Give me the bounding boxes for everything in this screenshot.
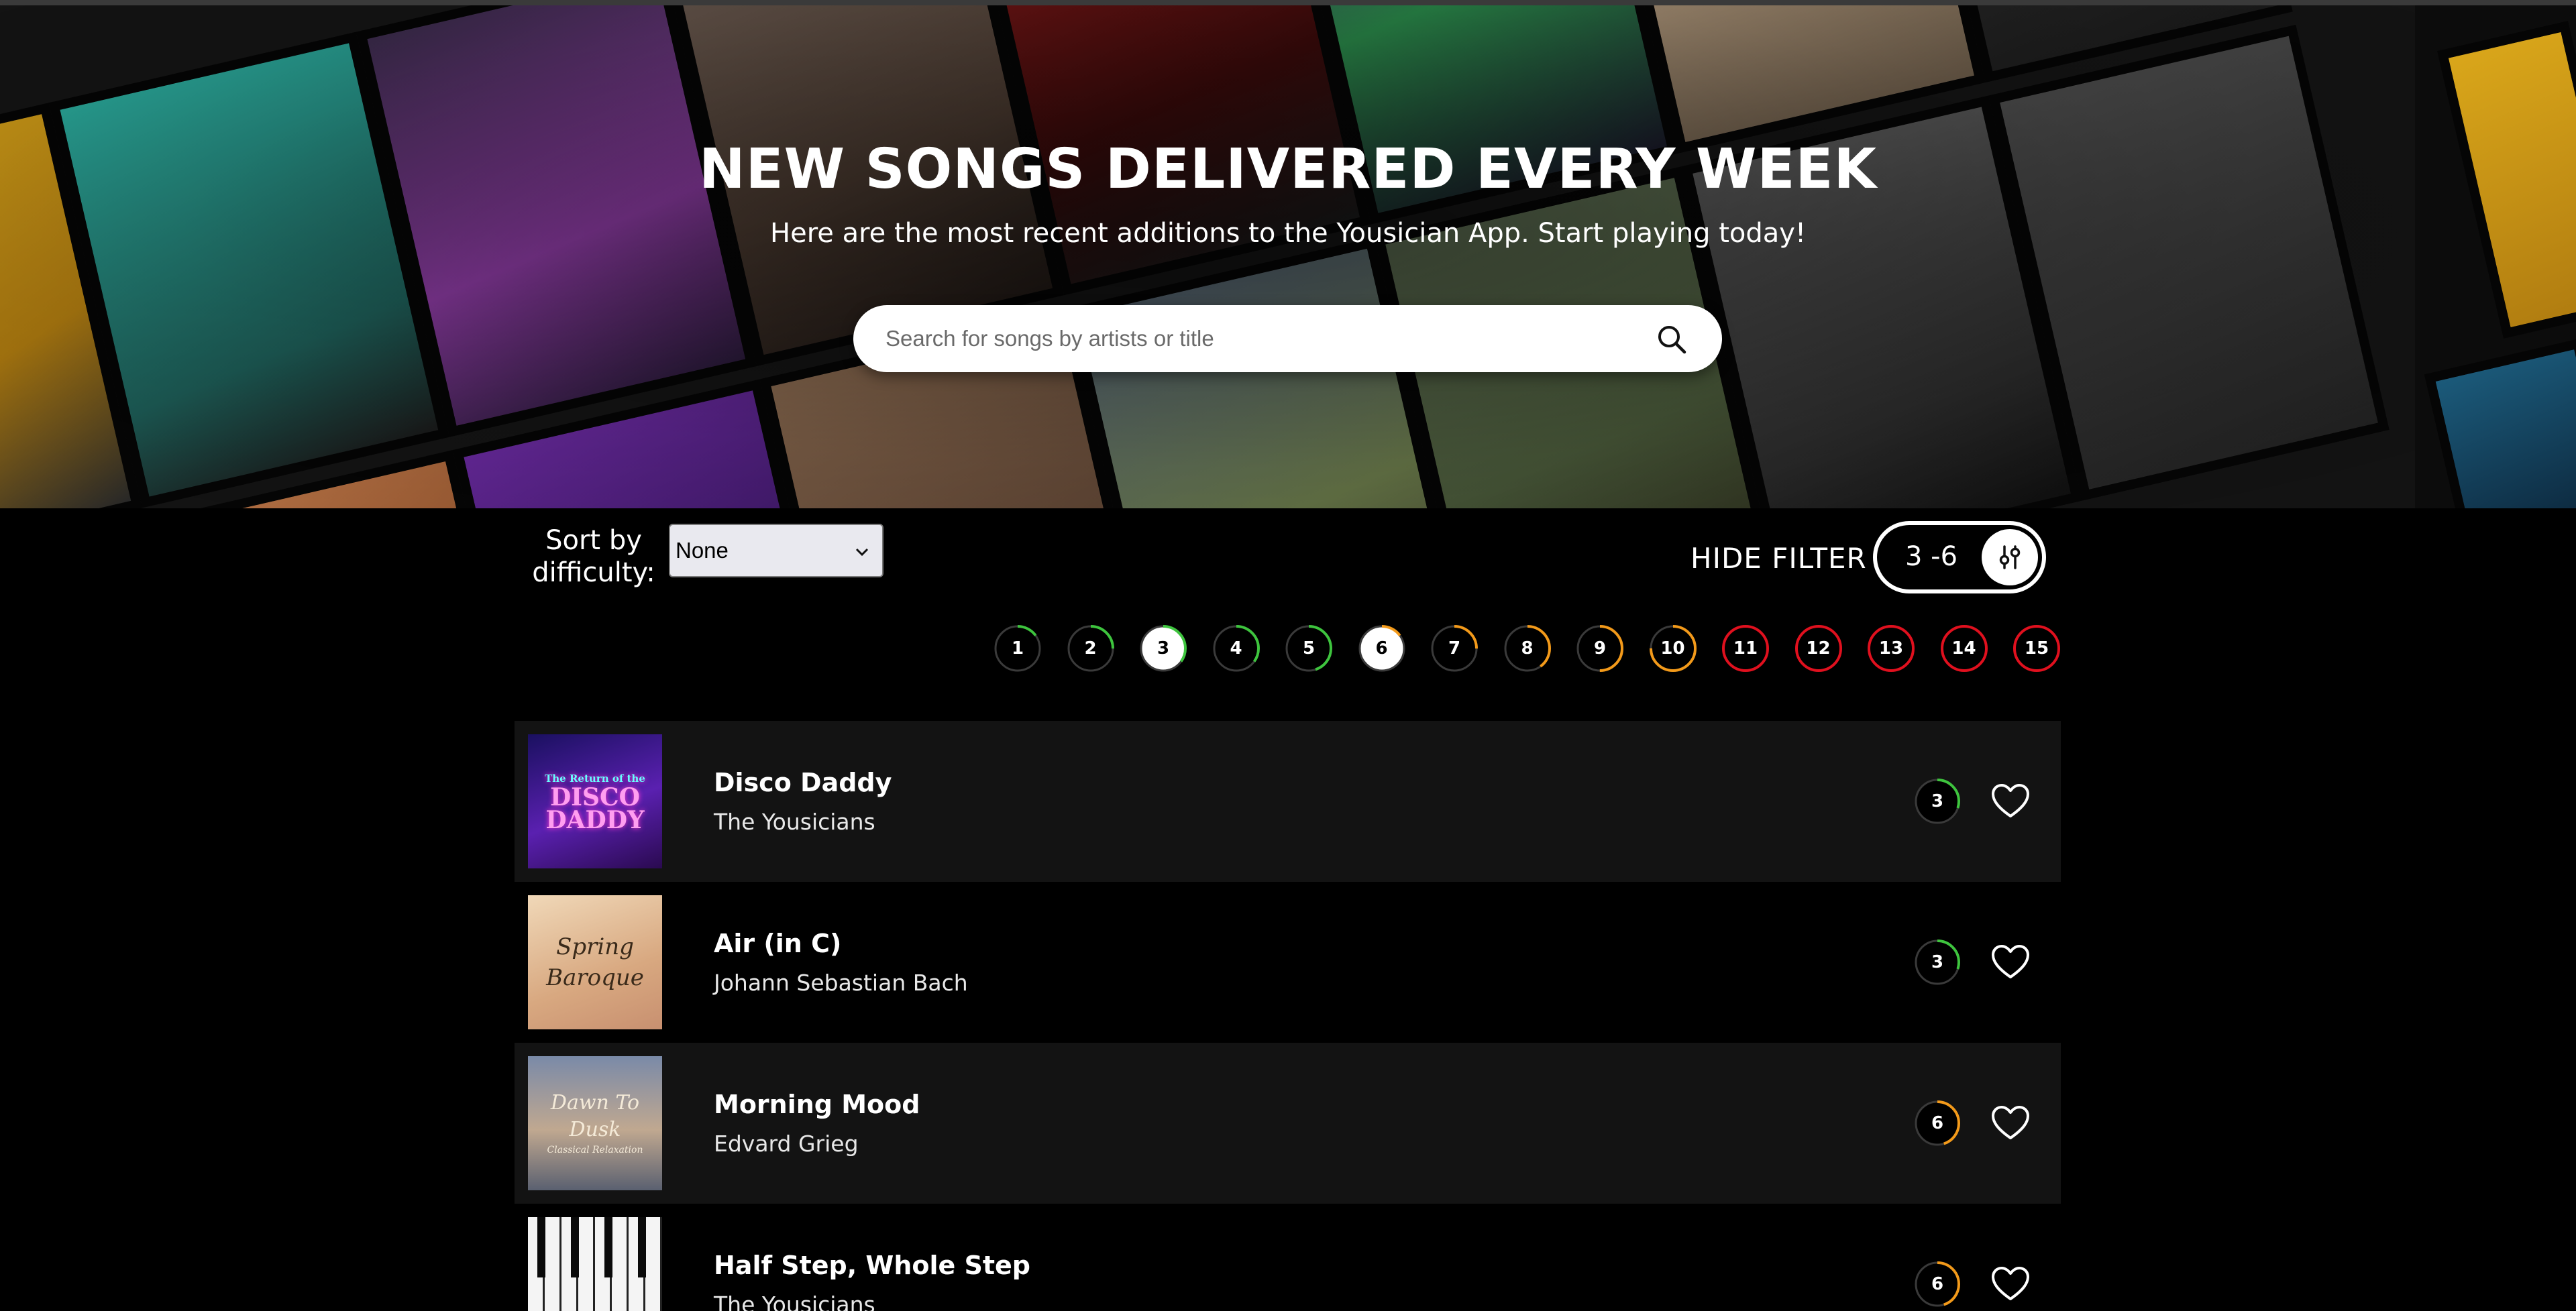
difficulty-range-toggle[interactable]: 3 -6 [1873,521,2046,593]
difficulty-level-label: 13 [1878,638,1904,659]
difficulty-level-12[interactable]: 12 [1794,624,1843,673]
heart-icon[interactable] [1990,783,2031,820]
song-difficulty-badge: 6 [1913,1260,1962,1308]
difficulty-level-9[interactable]: 9 [1575,624,1625,673]
sort-difficulty-select[interactable]: None [669,524,883,577]
hero-overlay [0,5,2415,508]
window-top-border [0,0,2576,5]
difficulty-level-label: 8 [1521,638,1534,659]
song-difficulty-badge: 6 [1913,1099,1962,1147]
album-art: Spring Baroque [528,895,662,1029]
song-row[interactable]: Half Step, Whole Step The Yousicians 6 [515,1204,2061,1311]
difficulty-level-13[interactable]: 13 [1866,624,1916,673]
album-art-text: Baroque [546,964,644,991]
chevron-down-icon [855,548,869,557]
difficulty-level-label: 3 [1157,638,1170,659]
difficulty-level-6[interactable]: 6 [1357,624,1407,673]
album-art-text: DISCO [549,783,641,811]
heart-icon[interactable] [1990,944,2031,981]
difficulty-range-value: 3 -6 [1905,541,1958,572]
difficulty-level-11[interactable]: 11 [1721,624,1770,673]
song-title[interactable]: Morning Mood [714,1090,920,1119]
difficulty-level-label: 7 [1448,638,1461,659]
difficulty-level-7[interactable]: 7 [1430,624,1479,673]
page-title: NEW SONGS DELIVERED EVERY WEEK [698,137,1878,201]
difficulty-level-label: 15 [2024,638,2049,659]
difficulty-level-label: 9 [1593,638,1607,659]
difficulty-level-label: 4 [1230,638,1242,659]
difficulty-level-label: 6 [1375,638,1388,659]
song-difficulty-badge: 3 [1913,938,1962,986]
song-title[interactable]: Half Step, Whole Step [714,1251,1030,1280]
album-art [528,1217,662,1311]
difficulty-level-label: 12 [1806,638,1831,659]
page-subtitle: Here are the most recent additions to th… [770,218,1806,249]
difficulty-level-label: 11 [1733,638,1758,659]
difficulty-level-8[interactable]: 8 [1503,624,1552,673]
difficulty-level-label: 5 [1302,638,1316,659]
song-row[interactable]: Spring Baroque Air (in C) Johann Sebastian … [515,882,2061,1043]
album-art: Dawn To Dusk Classical Relaxation [528,1056,662,1190]
difficulty-level-1[interactable]: 1 [993,624,1042,673]
song-difficulty-value: 6 [1931,1274,1944,1294]
hero-banner [0,5,2415,508]
song-artist: The Yousicians [714,1292,875,1311]
search-bar [853,305,1722,372]
song-artist: Johann Sebastian Bach [714,970,968,996]
sort-selected-value: None [676,538,729,563]
difficulty-level-4[interactable]: 4 [1212,624,1261,673]
sliders-icon [1999,545,2021,569]
song-row[interactable]: Dawn To Dusk Classical Relaxation Morning … [515,1043,2061,1204]
song-row[interactable]: The Return of the DISCO DADDY Disco Daddy Th… [515,721,2061,882]
sort-by-difficulty-label: Sort by difficulty: [532,525,655,588]
heart-icon[interactable] [1990,1265,2031,1303]
difficulty-level-label: 2 [1084,638,1097,659]
search-input[interactable] [885,305,1623,372]
difficulty-level-14[interactable]: 14 [1939,624,1989,673]
filter-toggle-knob[interactable] [1982,529,2038,585]
difficulty-level-15[interactable]: 15 [2012,624,2061,673]
difficulty-level-label: 10 [1660,638,1685,659]
hero-side-strip [2415,5,2576,508]
album-art-text: Classical Relaxation [547,1145,643,1155]
album-art-text: DADDY [545,806,645,834]
difficulty-level-5[interactable]: 5 [1284,624,1334,673]
song-difficulty-value: 3 [1931,952,1944,972]
song-difficulty-value: 6 [1931,1113,1944,1133]
difficulty-level-label: 1 [1011,638,1024,659]
album-art-text: Spring [556,933,634,960]
song-difficulty-value: 3 [1931,791,1944,811]
album-art-text: Dawn To Dusk [550,1091,640,1141]
hide-filter-button[interactable]: HIDE FILTER [1690,542,1867,575]
difficulty-level-2[interactable]: 2 [1066,624,1116,673]
song-title[interactable]: Air (in C) [714,929,841,958]
heart-icon[interactable] [1990,1104,2031,1142]
difficulty-level-label: 14 [1951,638,1976,659]
song-artist: Edvard Grieg [714,1131,859,1157]
song-artist: The Yousicians [714,809,875,835]
song-difficulty-badge: 3 [1913,777,1962,825]
song-title[interactable]: Disco Daddy [714,768,892,797]
difficulty-level-3[interactable]: 3 [1138,624,1188,673]
difficulty-level-10[interactable]: 10 [1648,624,1698,673]
album-art: The Return of the DISCO DADDY [528,734,662,868]
search-icon[interactable] [1656,324,1687,355]
